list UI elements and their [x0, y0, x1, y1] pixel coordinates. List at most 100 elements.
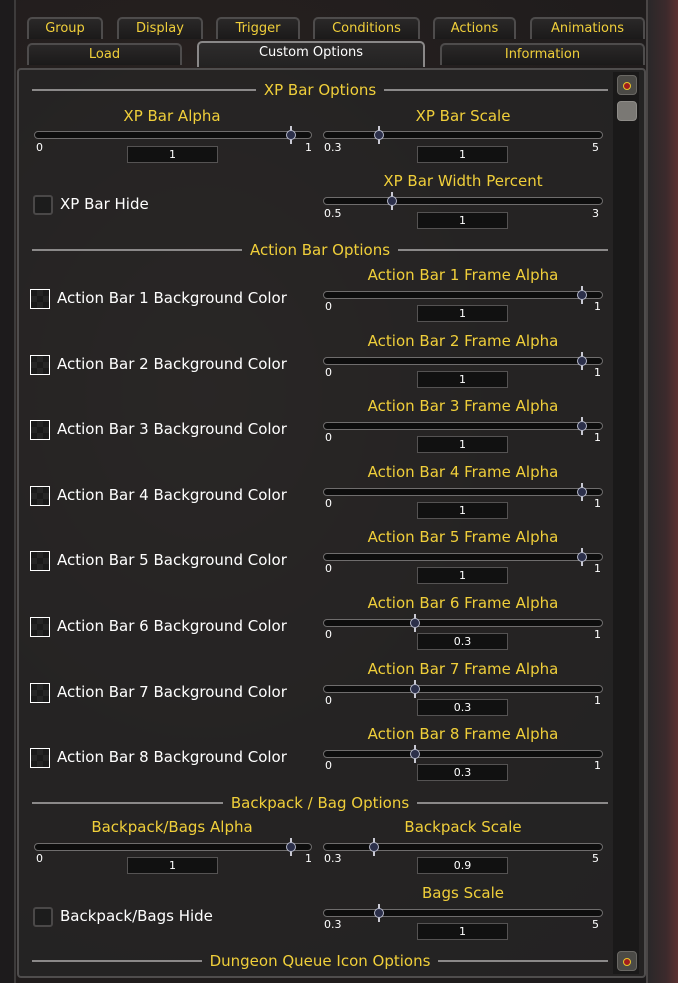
- backpack-scale-slider[interactable]: [323, 838, 603, 856]
- action-bar-background-color-swatch[interactable]: [30, 289, 50, 309]
- slider-max: 1: [594, 497, 601, 510]
- slider-max: 1: [594, 366, 601, 379]
- slider-thumb[interactable]: [410, 680, 421, 698]
- scroll-up-arrow-icon: [623, 81, 631, 90]
- bags-alpha-slider[interactable]: [34, 838, 312, 856]
- section-header-action-bars: Action Bar Options: [32, 241, 609, 259]
- slider-thumb[interactable]: [369, 838, 380, 856]
- slider-thumb[interactable]: [286, 126, 296, 144]
- slider-min: 0: [325, 759, 332, 772]
- action-bar-background-color-swatch[interactable]: [30, 617, 50, 637]
- slider-thumb[interactable]: [286, 838, 296, 856]
- section-title: XP Bar Options: [263, 81, 377, 99]
- slider-thumb[interactable]: [577, 352, 587, 370]
- slider-min: 0: [325, 562, 332, 575]
- action-bar-frame-alpha-input[interactable]: 1: [417, 567, 508, 584]
- slider-min: 0: [325, 694, 332, 707]
- background-frame-left: [0, 0, 16, 983]
- tab-conditions[interactable]: Conditions: [313, 17, 420, 39]
- bags-scale-input[interactable]: 1: [417, 923, 508, 940]
- xp-bar-hide-checkbox[interactable]: [33, 195, 53, 215]
- slider-thumb[interactable]: [374, 126, 385, 144]
- xp-bar-alpha-input[interactable]: 1: [127, 146, 218, 163]
- slider-thumb[interactable]: [374, 904, 385, 922]
- slider-thumb[interactable]: [577, 417, 587, 435]
- action-bar-frame-alpha-input[interactable]: 1: [417, 305, 508, 322]
- scroll-up-button[interactable]: [617, 75, 637, 95]
- slider-thumb[interactable]: [410, 614, 421, 632]
- action-bar-frame-alpha-slider[interactable]: [323, 614, 603, 632]
- xp-bar-width-slider[interactable]: [323, 192, 603, 210]
- action-bar-frame-alpha-input[interactable]: 1: [417, 436, 508, 453]
- slider-thumb[interactable]: [577, 548, 587, 566]
- bags-scale-slider[interactable]: [323, 904, 603, 922]
- action-bar-frame-alpha-label: Action Bar 5 Frame Alpha: [367, 528, 559, 546]
- scroll-down-arrow-icon: [623, 957, 631, 966]
- tab-information[interactable]: Information: [440, 43, 645, 65]
- action-bar-background-color-swatch[interactable]: [30, 683, 50, 703]
- xp-bar-width-input[interactable]: 1: [417, 212, 508, 229]
- bags-hide-label: Backpack/Bags Hide: [60, 907, 213, 925]
- action-bar-background-color-swatch[interactable]: [30, 355, 50, 375]
- bags-alpha-input[interactable]: 1: [127, 857, 218, 874]
- action-bar-frame-alpha-input[interactable]: 1: [417, 371, 508, 388]
- slider-max: 5: [592, 852, 599, 865]
- xp-bar-hide-label: XP Bar Hide: [60, 195, 149, 213]
- xp-bar-alpha-slider[interactable]: [34, 126, 312, 144]
- slider-thumb[interactable]: [386, 192, 397, 210]
- slider-thumb[interactable]: [577, 483, 587, 501]
- slider-max: 5: [592, 918, 599, 931]
- action-bar-background-color-label: Action Bar 2 Background Color: [57, 355, 287, 373]
- action-bar-frame-alpha-slider[interactable]: [323, 417, 603, 435]
- section-title: Backpack / Bag Options: [230, 794, 410, 812]
- action-bar-background-color-label: Action Bar 4 Background Color: [57, 486, 287, 504]
- tab-animations[interactable]: Animations: [530, 17, 645, 39]
- action-bar-frame-alpha-input[interactable]: 0.3: [417, 633, 508, 650]
- action-bar-frame-alpha-slider[interactable]: [323, 680, 603, 698]
- action-bar-background-color-swatch[interactable]: [30, 551, 50, 571]
- bags-hide-checkbox[interactable]: [33, 907, 53, 927]
- xp-bar-scale-input[interactable]: 1: [417, 146, 508, 163]
- slider-max: 1: [594, 562, 601, 575]
- slider-max: 3: [592, 207, 599, 220]
- action-bar-background-color-label: Action Bar 1 Background Color: [57, 289, 287, 307]
- tab-actions[interactable]: Actions: [433, 17, 516, 39]
- action-bar-frame-alpha-slider[interactable]: [323, 548, 603, 566]
- action-bar-background-color-swatch[interactable]: [30, 486, 50, 506]
- action-bar-frame-alpha-slider[interactable]: [323, 286, 603, 304]
- slider-max: 1: [594, 694, 601, 707]
- slider-max: 1: [594, 759, 601, 772]
- slider-thumb[interactable]: [577, 286, 587, 304]
- action-bar-background-color-swatch[interactable]: [30, 420, 50, 440]
- scrollbar[interactable]: [613, 72, 639, 974]
- slider-min: 0: [325, 431, 332, 444]
- slider-min: 0: [325, 628, 332, 641]
- slider-min: 0.3: [324, 141, 342, 154]
- action-bar-background-color-label: Action Bar 8 Background Color: [57, 748, 287, 766]
- action-bar-frame-alpha-input[interactable]: 1: [417, 502, 508, 519]
- scroll-down-button[interactable]: [617, 951, 637, 971]
- action-bar-background-color-swatch[interactable]: [30, 748, 50, 768]
- action-bar-frame-alpha-slider[interactable]: [323, 352, 603, 370]
- action-bar-frame-alpha-label: Action Bar 1 Frame Alpha: [367, 266, 559, 284]
- action-bar-background-color-label: Action Bar 5 Background Color: [57, 551, 287, 569]
- action-bar-frame-alpha-label: Action Bar 6 Frame Alpha: [367, 594, 559, 612]
- tab-custom-options[interactable]: Custom Options: [197, 41, 425, 67]
- xp-bar-scale-slider[interactable]: [323, 126, 603, 144]
- divider: [32, 249, 242, 251]
- section-header-xp: XP Bar Options: [32, 81, 609, 99]
- action-bar-frame-alpha-slider[interactable]: [323, 483, 603, 501]
- tab-display[interactable]: Display: [117, 17, 203, 39]
- tab-group[interactable]: Group: [27, 17, 103, 39]
- action-bar-frame-alpha-input[interactable]: 0.3: [417, 699, 508, 716]
- action-bar-frame-alpha-label: Action Bar 8 Frame Alpha: [367, 725, 559, 743]
- divider: [438, 960, 608, 962]
- tab-load[interactable]: Load: [27, 43, 182, 65]
- slider-max: 1: [594, 628, 601, 641]
- action-bar-frame-alpha-slider[interactable]: [323, 745, 603, 763]
- slider-thumb[interactable]: [410, 745, 421, 763]
- action-bar-frame-alpha-input[interactable]: 0.3: [417, 764, 508, 781]
- tab-trigger[interactable]: Trigger: [216, 17, 300, 39]
- scrollbar-thumb[interactable]: [617, 101, 637, 121]
- backpack-scale-input[interactable]: 0.9: [417, 857, 508, 874]
